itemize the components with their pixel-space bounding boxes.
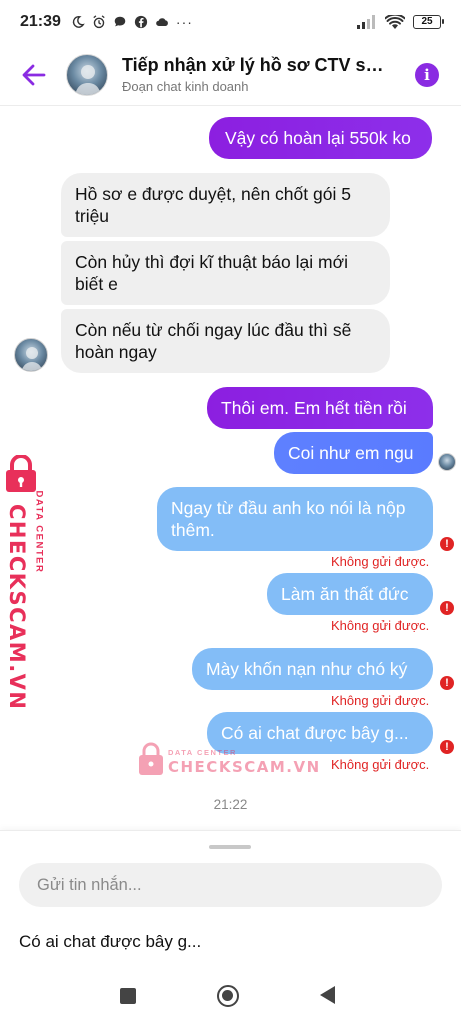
message-failed[interactable]: Mày khốn nạn như chó ký [192, 648, 433, 690]
chat-title: Tiếp nhận xử lý hồ sơ CTV sh... [122, 55, 390, 75]
message-failed[interactable]: Ngay từ đầu anh ko nói là nộp thêm. [157, 487, 433, 551]
avatar-image [21, 347, 43, 371]
message-received[interactable]: Còn hủy thì đợi kĩ thuật báo lại mới biế… [61, 241, 390, 305]
chat-header: Tiếp nhận xử lý hồ sơ CTV sh... Đoạn cha… [0, 44, 461, 106]
message-sent[interactable]: Thôi em. Em hết tiền rồi [207, 387, 433, 429]
cloud-icon [156, 18, 168, 26]
send-error-label: Không gửi được. [331, 693, 430, 708]
chat-subtitle: Đoạn chat kinh doanh [122, 79, 249, 94]
message-received[interactable]: Còn nếu từ chối ngay lúc đầu thì sẽ hoàn… [61, 309, 390, 373]
back-arrow-icon[interactable] [20, 61, 48, 89]
seen-avatar [438, 453, 456, 471]
watermark-text-small: DATA CENTER [33, 490, 45, 574]
watermark-side: CHECKSCAM.VN DATA CENTER [4, 454, 52, 711]
header-text[interactable]: Tiếp nhận xử lý hồ sơ CTV sh... Đoạn cha… [122, 55, 390, 94]
error-icon[interactable]: ! [440, 676, 454, 690]
status-icons-right: 25 [357, 14, 444, 30]
drag-handle[interactable] [209, 845, 251, 849]
status-icons-left: ··· [71, 14, 193, 30]
send-error-label: Không gửi được. [331, 757, 430, 772]
system-back-button[interactable] [320, 986, 335, 1004]
avatar-image [75, 64, 101, 95]
lock-icon [139, 742, 163, 775]
signal-icon [357, 15, 375, 29]
watermark-center-large: CHECKSCAM.VN [168, 758, 321, 776]
wifi-icon [385, 14, 405, 29]
send-error-label: Không gửi được. [331, 554, 430, 569]
more-status-dots: ··· [175, 14, 193, 30]
message-sent[interactable]: Coi như em ngu [274, 432, 433, 474]
watermark-center: DATA CENTER CHECKSCAM.VN [138, 742, 319, 778]
watermark-center-small: DATA CENTER [168, 748, 237, 757]
status-bar: 21:39 ··· 25 [0, 0, 461, 44]
recents-button[interactable] [120, 988, 136, 1004]
error-icon[interactable]: ! [440, 740, 454, 754]
draft-message[interactable]: Có ai chat được bây g... [19, 932, 201, 952]
battery-icon: 25 [413, 15, 444, 29]
status-time: 21:39 [20, 13, 61, 30]
error-icon[interactable]: ! [440, 537, 454, 551]
message-sent[interactable]: Vậy có hoàn lại 550k ko [209, 117, 432, 159]
moon-icon [72, 16, 85, 28]
message-input[interactable]: Gửi tin nhắn... [19, 863, 442, 907]
sender-avatar[interactable] [14, 338, 48, 372]
error-icon[interactable]: ! [440, 601, 454, 615]
alarm-icon [93, 15, 105, 29]
chat-icon [114, 16, 126, 27]
time-separator: 21:22 [213, 797, 248, 812]
message-failed[interactable]: Làm ăn thất đức [267, 573, 433, 615]
message-received[interactable]: Hồ sơ e được duyệt, nên chốt gói 5 triệu [61, 173, 390, 237]
watermark-text-large: CHECKSCAM.VN [5, 504, 29, 711]
home-button[interactable] [217, 985, 239, 1007]
send-error-label: Không gửi được. [331, 618, 430, 633]
info-icon[interactable]: i [415, 62, 439, 87]
group-avatar[interactable] [66, 53, 108, 96]
facebook-icon [134, 15, 148, 29]
